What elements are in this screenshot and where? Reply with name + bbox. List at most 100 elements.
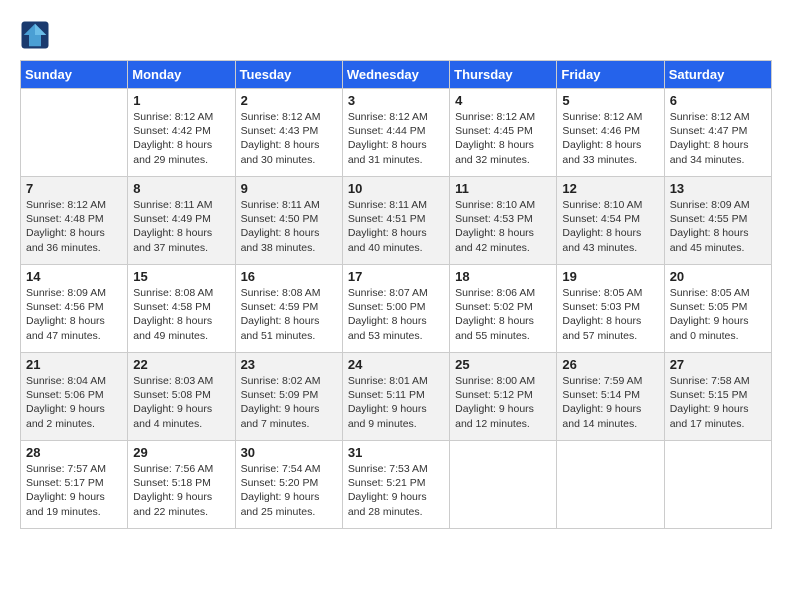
day-info: Sunrise: 8:11 AM Sunset: 4:51 PM Dayligh… (348, 198, 444, 255)
day-info: Sunrise: 8:05 AM Sunset: 5:05 PM Dayligh… (670, 286, 766, 343)
calendar-cell: 23Sunrise: 8:02 AM Sunset: 5:09 PM Dayli… (235, 353, 342, 441)
day-number: 14 (26, 269, 122, 284)
calendar-cell: 8 Sunrise: 8:11 AM Sunset: 4:49 PM Daylig… (128, 177, 235, 265)
day-number: 18 (455, 269, 551, 284)
day-number: 30 (241, 445, 337, 460)
weekday-header-thursday: Thursday (450, 61, 557, 89)
day-info: Sunrise: 7:56 AM Sunset: 5:18 PM Dayligh… (133, 462, 229, 519)
day-number: 25 (455, 357, 551, 372)
weekday-header-sunday: Sunday (21, 61, 128, 89)
day-number: 10 (348, 181, 444, 196)
calendar-week-row: 1 Sunrise: 8:12 AM Sunset: 4:42 PM Daylig… (21, 89, 772, 177)
calendar-cell: 4 Sunrise: 8:12 AM Sunset: 4:45 PM Daylig… (450, 89, 557, 177)
calendar-cell (450, 441, 557, 529)
calendar-header: SundayMondayTuesdayWednesdayThursdayFrid… (21, 61, 772, 89)
calendar-cell (21, 89, 128, 177)
day-number: 3 (348, 93, 444, 108)
page-header (20, 20, 772, 50)
day-number: 15 (133, 269, 229, 284)
calendar-cell: 25 Sunrise: 8:00 AM Sunset: 5:12 PM Dayli… (450, 353, 557, 441)
day-number: 17 (348, 269, 444, 284)
day-number: 9 (241, 181, 337, 196)
calendar-cell: 20 Sunrise: 8:05 AM Sunset: 5:05 PM Dayli… (664, 265, 771, 353)
day-info: Sunrise: 8:11 AM Sunset: 4:50 PM Dayligh… (241, 198, 337, 255)
day-number: 4 (455, 93, 551, 108)
weekday-header-tuesday: Tuesday (235, 61, 342, 89)
day-number: 16 (241, 269, 337, 284)
day-number: 6 (670, 93, 766, 108)
calendar-cell: 22Sunrise: 8:03 AM Sunset: 5:08 PM Dayli… (128, 353, 235, 441)
day-info: Sunrise: 8:06 AM Sunset: 5:02 PM Dayligh… (455, 286, 551, 343)
calendar-week-row: 21Sunrise: 8:04 AM Sunset: 5:06 PM Dayli… (21, 353, 772, 441)
day-number: 29 (133, 445, 229, 460)
day-number: 24 (348, 357, 444, 372)
calendar-cell: 15Sunrise: 8:08 AM Sunset: 4:58 PM Dayli… (128, 265, 235, 353)
calendar-cell: 3 Sunrise: 8:12 AM Sunset: 4:44 PM Daylig… (342, 89, 449, 177)
day-info: Sunrise: 8:09 AM Sunset: 4:56 PM Dayligh… (26, 286, 122, 343)
calendar-cell: 12Sunrise: 8:10 AM Sunset: 4:54 PM Dayli… (557, 177, 664, 265)
day-number: 31 (348, 445, 444, 460)
day-info: Sunrise: 7:57 AM Sunset: 5:17 PM Dayligh… (26, 462, 122, 519)
day-info: Sunrise: 7:59 AM Sunset: 5:14 PM Dayligh… (562, 374, 658, 431)
day-info: Sunrise: 8:12 AM Sunset: 4:48 PM Dayligh… (26, 198, 122, 255)
day-number: 22 (133, 357, 229, 372)
day-info: Sunrise: 8:12 AM Sunset: 4:42 PM Dayligh… (133, 110, 229, 167)
day-info: Sunrise: 7:53 AM Sunset: 5:21 PM Dayligh… (348, 462, 444, 519)
day-number: 19 (562, 269, 658, 284)
day-info: Sunrise: 8:10 AM Sunset: 4:53 PM Dayligh… (455, 198, 551, 255)
day-info: Sunrise: 8:07 AM Sunset: 5:00 PM Dayligh… (348, 286, 444, 343)
day-info: Sunrise: 8:12 AM Sunset: 4:45 PM Dayligh… (455, 110, 551, 167)
calendar-cell: 28Sunrise: 7:57 AM Sunset: 5:17 PM Dayli… (21, 441, 128, 529)
calendar-cell: 9 Sunrise: 8:11 AM Sunset: 4:50 PM Daylig… (235, 177, 342, 265)
day-info: Sunrise: 8:12 AM Sunset: 4:46 PM Dayligh… (562, 110, 658, 167)
calendar-cell: 1 Sunrise: 8:12 AM Sunset: 4:42 PM Daylig… (128, 89, 235, 177)
calendar-cell: 30 Sunrise: 7:54 AM Sunset: 5:20 PM Dayli… (235, 441, 342, 529)
weekday-header-saturday: Saturday (664, 61, 771, 89)
day-number: 5 (562, 93, 658, 108)
day-number: 2 (241, 93, 337, 108)
calendar-cell (557, 441, 664, 529)
calendar-cell: 27Sunrise: 7:58 AM Sunset: 5:15 PM Dayli… (664, 353, 771, 441)
calendar-cell: 5 Sunrise: 8:12 AM Sunset: 4:46 PM Daylig… (557, 89, 664, 177)
calendar-cell: 14 Sunrise: 8:09 AM Sunset: 4:56 PM Dayli… (21, 265, 128, 353)
day-info: Sunrise: 7:54 AM Sunset: 5:20 PM Dayligh… (241, 462, 337, 519)
weekday-header-monday: Monday (128, 61, 235, 89)
day-info: Sunrise: 8:12 AM Sunset: 4:44 PM Dayligh… (348, 110, 444, 167)
day-number: 8 (133, 181, 229, 196)
day-info: Sunrise: 8:12 AM Sunset: 4:47 PM Dayligh… (670, 110, 766, 167)
calendar-week-row: 14 Sunrise: 8:09 AM Sunset: 4:56 PM Dayli… (21, 265, 772, 353)
day-number: 21 (26, 357, 122, 372)
calendar-cell: 18 Sunrise: 8:06 AM Sunset: 5:02 PM Dayli… (450, 265, 557, 353)
day-number: 1 (133, 93, 229, 108)
calendar-body: 1 Sunrise: 8:12 AM Sunset: 4:42 PM Daylig… (21, 89, 772, 529)
calendar-cell: 7 Sunrise: 8:12 AM Sunset: 4:48 PM Daylig… (21, 177, 128, 265)
day-number: 27 (670, 357, 766, 372)
calendar-cell: 19 Sunrise: 8:05 AM Sunset: 5:03 PM Dayli… (557, 265, 664, 353)
day-number: 11 (455, 181, 551, 196)
day-number: 7 (26, 181, 122, 196)
day-info: Sunrise: 8:11 AM Sunset: 4:49 PM Dayligh… (133, 198, 229, 255)
calendar-cell: 2 Sunrise: 8:12 AM Sunset: 4:43 PM Daylig… (235, 89, 342, 177)
day-number: 13 (670, 181, 766, 196)
day-info: Sunrise: 8:05 AM Sunset: 5:03 PM Dayligh… (562, 286, 658, 343)
calendar-table: SundayMondayTuesdayWednesdayThursdayFrid… (20, 60, 772, 529)
day-info: Sunrise: 8:12 AM Sunset: 4:43 PM Dayligh… (241, 110, 337, 167)
calendar-cell: 13 Sunrise: 8:09 AM Sunset: 4:55 PM Dayli… (664, 177, 771, 265)
day-number: 20 (670, 269, 766, 284)
calendar-cell: 17 Sunrise: 8:07 AM Sunset: 5:00 PM Dayli… (342, 265, 449, 353)
calendar-cell: 21Sunrise: 8:04 AM Sunset: 5:06 PM Dayli… (21, 353, 128, 441)
calendar-cell: 10 Sunrise: 8:11 AM Sunset: 4:51 PM Dayli… (342, 177, 449, 265)
calendar-cell (664, 441, 771, 529)
day-number: 12 (562, 181, 658, 196)
day-number: 26 (562, 357, 658, 372)
weekday-header-row: SundayMondayTuesdayWednesdayThursdayFrid… (21, 61, 772, 89)
calendar-cell: 6 Sunrise: 8:12 AM Sunset: 4:47 PM Daylig… (664, 89, 771, 177)
day-info: Sunrise: 8:02 AM Sunset: 5:09 PM Dayligh… (241, 374, 337, 431)
calendar-cell: 31 Sunrise: 7:53 AM Sunset: 5:21 PM Dayli… (342, 441, 449, 529)
day-info: Sunrise: 8:00 AM Sunset: 5:12 PM Dayligh… (455, 374, 551, 431)
day-info: Sunrise: 8:09 AM Sunset: 4:55 PM Dayligh… (670, 198, 766, 255)
day-info: Sunrise: 8:08 AM Sunset: 4:59 PM Dayligh… (241, 286, 337, 343)
logo (20, 20, 54, 50)
calendar-cell: 29 Sunrise: 7:56 AM Sunset: 5:18 PM Dayli… (128, 441, 235, 529)
calendar-week-row: 7 Sunrise: 8:12 AM Sunset: 4:48 PM Daylig… (21, 177, 772, 265)
